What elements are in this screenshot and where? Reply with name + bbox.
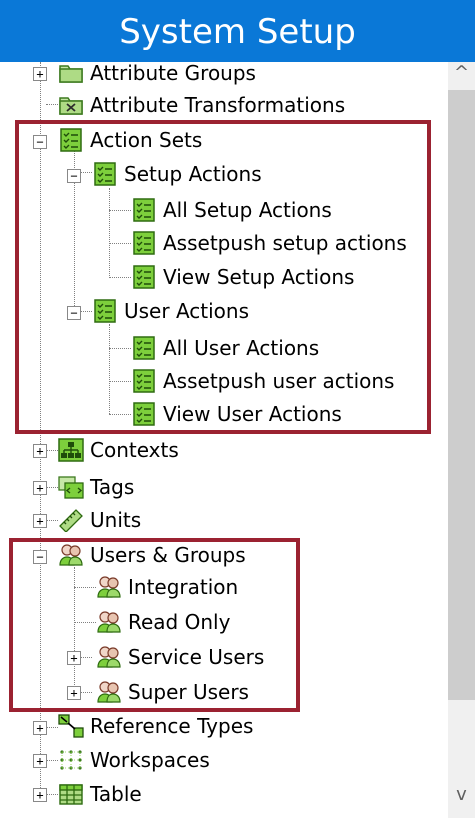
expand-toggle[interactable]: + bbox=[33, 444, 47, 458]
expand-toggle[interactable]: + bbox=[33, 67, 47, 81]
vertical-scrollbar[interactable]: ^ v bbox=[448, 62, 475, 818]
panel-title: System Setup bbox=[0, 0, 475, 62]
scroll-down-arrow[interactable]: v bbox=[448, 784, 475, 805]
transformation-folder-icon bbox=[59, 97, 83, 115]
folder-icon bbox=[59, 65, 83, 83]
tree-item-label: Contexts bbox=[90, 438, 179, 462]
tree-item-attribute-transformations[interactable]: Attribute Transformations bbox=[58, 88, 345, 122]
tree-item-label: Units bbox=[90, 508, 142, 532]
users-groups-highlight-box bbox=[9, 538, 300, 712]
tree-item-label: Tags bbox=[90, 475, 135, 499]
tree-item-units[interactable]: Units bbox=[58, 503, 141, 537]
tree-item-label: Reference Types bbox=[90, 714, 254, 738]
hierarchy-icon bbox=[58, 438, 84, 462]
scroll-up-arrow[interactable]: ^ bbox=[448, 62, 475, 83]
tree-item-attribute-groups[interactable]: Attribute Groups bbox=[58, 62, 256, 90]
tree-item-label: Attribute Groups bbox=[90, 62, 256, 85]
tree-item-table[interactable]: Table bbox=[58, 777, 142, 811]
tree-item-reference-types[interactable]: Reference Types bbox=[58, 709, 253, 743]
tree-item-workspaces[interactable]: Workspaces bbox=[58, 743, 210, 777]
expand-toggle[interactable]: + bbox=[33, 721, 47, 735]
expand-toggle[interactable]: + bbox=[33, 481, 47, 495]
tree-item-label: Workspaces bbox=[90, 748, 210, 772]
action-sets-highlight-box bbox=[15, 120, 431, 434]
tree-item-tags[interactable]: Tags bbox=[58, 470, 134, 504]
ruler-icon bbox=[59, 509, 83, 532]
tree-item-label: Table bbox=[90, 782, 142, 806]
tree-item-contexts[interactable]: Contexts bbox=[58, 433, 179, 467]
tree-item-label: Attribute Transformations bbox=[90, 93, 346, 117]
setup-tree[interactable]: + Attribute Groups Attribute Transformat… bbox=[0, 62, 448, 818]
reference-link-icon bbox=[58, 714, 84, 738]
workspace-grid-icon bbox=[60, 750, 82, 770]
tag-window-icon bbox=[58, 476, 84, 499]
expand-toggle[interactable]: + bbox=[33, 514, 47, 528]
scrollbar-thumb[interactable] bbox=[448, 90, 475, 700]
table-icon bbox=[59, 784, 83, 805]
expand-toggle[interactable]: + bbox=[33, 754, 47, 768]
expand-toggle[interactable]: + bbox=[33, 788, 47, 802]
